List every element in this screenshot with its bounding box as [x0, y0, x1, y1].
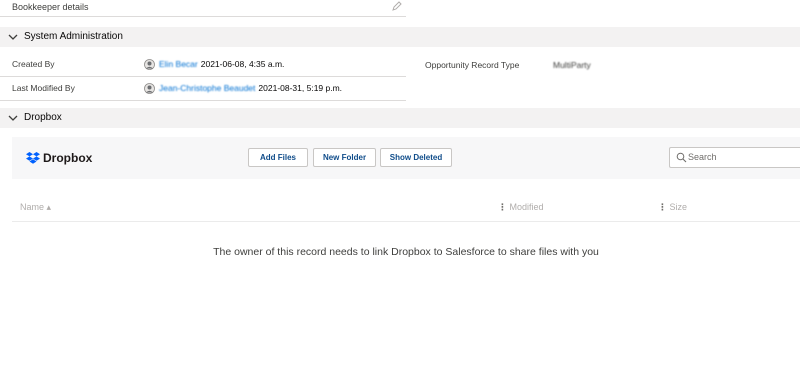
column-header-name[interactable]: Name ▴ — [20, 200, 51, 214]
created-by-field: Created By Elin Becar 2021-06-08, 4:35 a… — [0, 52, 406, 77]
chevron-down-icon — [8, 115, 18, 121]
created-by-user-link[interactable]: Elin Becar — [159, 52, 198, 76]
show-deleted-button[interactable]: Show Deleted — [380, 148, 452, 167]
section-system-administration[interactable]: System Administration — [0, 27, 800, 47]
column-header-modified[interactable]: ⋮ Modified — [498, 200, 544, 214]
last-modified-by-datetime: 2021-08-31, 5:19 p.m. — [258, 83, 343, 93]
last-modified-by-field: Last Modified By Jean-Christophe Beaudet… — [0, 76, 406, 101]
section-title: System Administration — [24, 31, 123, 42]
last-modified-by-label: Last Modified By — [12, 83, 75, 93]
bookkeeper-details-field: Bookkeeper details — [0, 0, 406, 17]
column-header-size-label: Size — [669, 202, 688, 212]
opportunity-record-type-label: Opportunity Record Type — [425, 60, 520, 70]
search-box[interactable] — [669, 147, 800, 168]
last-modified-by-user-link[interactable]: Jean-Christophe Beaudet — [159, 76, 255, 100]
user-avatar-icon — [144, 58, 155, 70]
dropbox-logo: Dropbox — [26, 151, 92, 165]
user-avatar-icon — [144, 82, 155, 94]
last-modified-by-value: Jean-Christophe Beaudet 2021-08-31, 5:19… — [144, 76, 342, 100]
created-by-datetime: 2021-06-08, 4:35 a.m. — [200, 59, 285, 69]
opportunity-record-type-value: MultiParty — [553, 60, 591, 70]
column-header-modified-label: Modified — [509, 202, 544, 212]
dropbox-toolbar: Dropbox Add Files New Folder Show Delete… — [12, 137, 800, 179]
chevron-down-icon — [8, 34, 18, 40]
column-menu-icon: ⋮ — [658, 202, 670, 212]
dropbox-logo-text: Dropbox — [43, 151, 93, 165]
search-icon — [676, 152, 687, 163]
section-dropbox[interactable]: Dropbox — [0, 108, 800, 128]
dropbox-panel: Dropbox Add Files New Folder Show Delete… — [12, 137, 800, 368]
created-by-label: Created By — [12, 59, 55, 69]
column-menu-icon: ⋮ — [498, 202, 510, 212]
add-files-button[interactable]: Add Files — [248, 148, 308, 167]
created-by-value: Elin Becar 2021-06-08, 4:35 a.m. — [144, 52, 284, 76]
column-header-size[interactable]: ⋮ Size — [658, 200, 687, 214]
bookkeeper-details-label: Bookkeeper details — [12, 2, 89, 12]
table-header-divider — [12, 221, 800, 222]
dropbox-logo-icon — [26, 152, 40, 164]
section-title: Dropbox — [24, 112, 62, 123]
new-folder-button[interactable]: New Folder — [313, 148, 376, 167]
empty-state-message: The owner of this record needs to link D… — [213, 246, 599, 258]
pencil-icon[interactable] — [392, 1, 402, 11]
search-input[interactable] — [688, 149, 788, 165]
